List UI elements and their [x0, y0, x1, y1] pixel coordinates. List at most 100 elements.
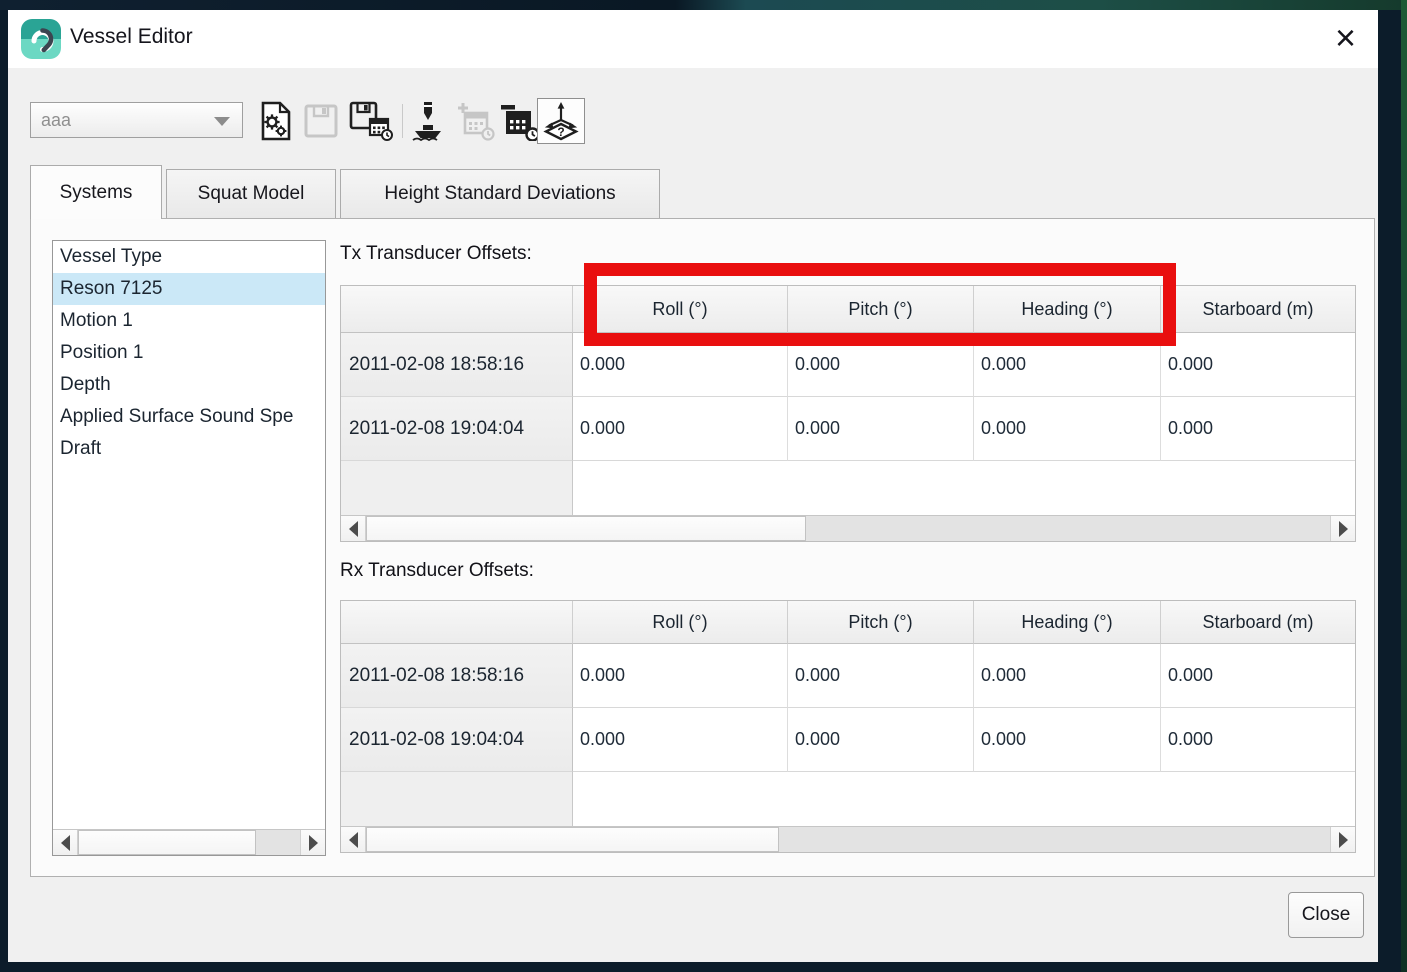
- arrow-right-icon: [1339, 832, 1348, 848]
- arrow-right-icon: [1339, 521, 1348, 537]
- add-date-entry-button[interactable]: [452, 98, 498, 144]
- arrow-right-icon: [309, 835, 318, 851]
- tab-systems[interactable]: Systems: [30, 165, 162, 219]
- rx-header-row: Roll (°) Pitch (°) Heading (°) Starboard…: [341, 601, 1355, 644]
- pencil-ship-icon: [410, 100, 446, 142]
- offset-cell-starboard[interactable]: 0.000: [1161, 397, 1355, 461]
- offset-cell-heading[interactable]: 0.000: [974, 644, 1161, 708]
- column-header-pitch: Pitch (°): [788, 601, 974, 644]
- offset-cell-heading[interactable]: 0.000: [974, 708, 1161, 772]
- offset-cell-pitch[interactable]: 0.000: [788, 708, 974, 772]
- offset-cell-roll[interactable]: 0.000: [573, 333, 788, 397]
- desktop-background: Vessel Editor × aaa: [0, 0, 1407, 972]
- scroll-right-button[interactable]: [1330, 827, 1355, 852]
- table-row: 2011-02-08 19:04:04 0.000 0.000 0.000 0.…: [341, 397, 1355, 461]
- tx-header-row: Roll (°) Pitch (°) Heading (°) Starboard…: [341, 286, 1355, 333]
- scroll-thumb[interactable]: [78, 830, 256, 855]
- arrow-left-icon: [61, 835, 70, 851]
- systems-tab-panel: Vessel Type Reson 7125 Motion 1 Position…: [30, 218, 1375, 877]
- list-item-vessel-type[interactable]: Vessel Type: [53, 241, 325, 273]
- offset-cell-starboard[interactable]: 0.000: [1161, 644, 1355, 708]
- rx-offsets-label: Rx Transducer Offsets:: [340, 560, 534, 582]
- offset-cell-roll[interactable]: 0.000: [573, 708, 788, 772]
- systems-list: Vessel Type Reson 7125 Motion 1 Position…: [52, 240, 326, 856]
- table-row: 2011-02-08 18:58:16 0.000 0.000 0.000 0.…: [341, 644, 1355, 708]
- tx-offsets-table: Roll (°) Pitch (°) Heading (°) Starboard…: [340, 285, 1356, 542]
- table-row: 2011-02-08 18:58:16 0.000 0.000 0.000 0.…: [341, 333, 1355, 397]
- calendar-minus-icon: [499, 101, 539, 141]
- list-item-reson-7125[interactable]: Reson 7125: [53, 273, 325, 305]
- list-item-depth[interactable]: Depth: [53, 369, 325, 401]
- scroll-right-button[interactable]: [300, 830, 325, 855]
- table-corner-header: [341, 601, 573, 644]
- axes-question-icon: ?: [541, 100, 581, 142]
- scroll-thumb[interactable]: [366, 827, 779, 852]
- scroll-left-button[interactable]: [341, 516, 366, 541]
- column-header-heading: Heading (°): [974, 286, 1161, 333]
- save-calendar-clock-icon: [349, 101, 393, 141]
- column-header-starboard: Starboard (m): [1161, 286, 1355, 333]
- list-item-applied-surface-sound-speed[interactable]: Applied Surface Sound Spe: [53, 401, 325, 433]
- chevron-down-icon: [214, 117, 230, 126]
- tab-squat-model[interactable]: Squat Model: [166, 169, 336, 218]
- offset-cell-pitch[interactable]: 0.000: [788, 644, 974, 708]
- offset-cell-heading[interactable]: 0.000: [974, 397, 1161, 461]
- desktop-top-edge: [0, 0, 1407, 10]
- tab-height-standard-deviations[interactable]: Height Standard Deviations: [340, 169, 660, 218]
- offset-cell-starboard[interactable]: 0.000: [1161, 708, 1355, 772]
- save-icon: [304, 104, 338, 138]
- vessel-config-value: aaa: [41, 110, 71, 131]
- rx-offsets-table: Roll (°) Pitch (°) Heading (°) Starboard…: [340, 600, 1356, 853]
- list-item-draft[interactable]: Draft: [53, 433, 325, 465]
- calendar-plus-icon: [455, 101, 495, 141]
- desktop-right-edge: [1401, 0, 1407, 972]
- column-header-roll: Roll (°): [573, 286, 788, 333]
- row-header-timestamp: 2011-02-08 18:58:16: [341, 644, 573, 708]
- row-header-timestamp: 2011-02-08 19:04:04: [341, 708, 573, 772]
- rx-table-hscrollbar[interactable]: [341, 826, 1355, 852]
- close-button[interactable]: Close: [1288, 892, 1364, 938]
- vessel-editor-dialog: Vessel Editor × aaa: [8, 10, 1378, 962]
- list-item-motion-1[interactable]: Motion 1: [53, 305, 325, 337]
- table-corner-header: [341, 286, 573, 333]
- offset-cell-roll[interactable]: 0.000: [573, 644, 788, 708]
- scroll-thumb[interactable]: [366, 516, 806, 541]
- offset-cell-roll[interactable]: 0.000: [573, 397, 788, 461]
- row-header-timestamp: 2011-02-08 18:58:16: [341, 333, 573, 397]
- toolbar-separator: [402, 104, 403, 138]
- scroll-left-button[interactable]: [341, 827, 366, 852]
- svg-text:?: ?: [557, 125, 564, 139]
- table-row: 2011-02-08 19:04:04 0.000 0.000 0.000 0.…: [341, 708, 1355, 772]
- scroll-left-button[interactable]: [53, 830, 78, 855]
- table-empty-area: [341, 461, 1355, 515]
- close-icon: ×: [1335, 17, 1356, 58]
- axes-diagram-button[interactable]: ?: [537, 98, 585, 144]
- save-with-date-button[interactable]: [346, 98, 396, 144]
- offset-cell-pitch[interactable]: 0.000: [788, 397, 974, 461]
- column-header-heading: Heading (°): [974, 601, 1161, 644]
- vessel-config-select[interactable]: aaa: [30, 102, 243, 138]
- tx-table-hscrollbar[interactable]: [341, 515, 1355, 541]
- arrow-left-icon: [349, 832, 358, 848]
- row-header-timestamp: 2011-02-08 19:04:04: [341, 397, 573, 461]
- offset-cell-heading[interactable]: 0.000: [974, 333, 1161, 397]
- column-header-roll: Roll (°): [573, 601, 788, 644]
- offset-cell-pitch[interactable]: 0.000: [788, 333, 974, 397]
- file-gears-icon: [258, 101, 292, 141]
- edit-vessel-button[interactable]: [407, 98, 449, 144]
- column-header-starboard: Starboard (m): [1161, 601, 1355, 644]
- scroll-right-button[interactable]: [1330, 516, 1355, 541]
- save-button[interactable]: [301, 98, 341, 144]
- file-settings-button[interactable]: [254, 98, 296, 144]
- window-close-button[interactable]: ×: [1335, 16, 1356, 60]
- list-item-position-1[interactable]: Position 1: [53, 337, 325, 369]
- offset-cell-starboard[interactable]: 0.000: [1161, 333, 1355, 397]
- systems-list-hscrollbar[interactable]: [53, 829, 325, 855]
- tx-offsets-label: Tx Transducer Offsets:: [340, 243, 532, 265]
- remove-date-entry-button[interactable]: [497, 98, 541, 144]
- column-header-pitch: Pitch (°): [788, 286, 974, 333]
- titlebar: Vessel Editor ×: [8, 10, 1378, 68]
- table-empty-area: [341, 772, 1355, 826]
- vessel-editor-logo-icon: [20, 18, 62, 60]
- arrow-left-icon: [349, 521, 358, 537]
